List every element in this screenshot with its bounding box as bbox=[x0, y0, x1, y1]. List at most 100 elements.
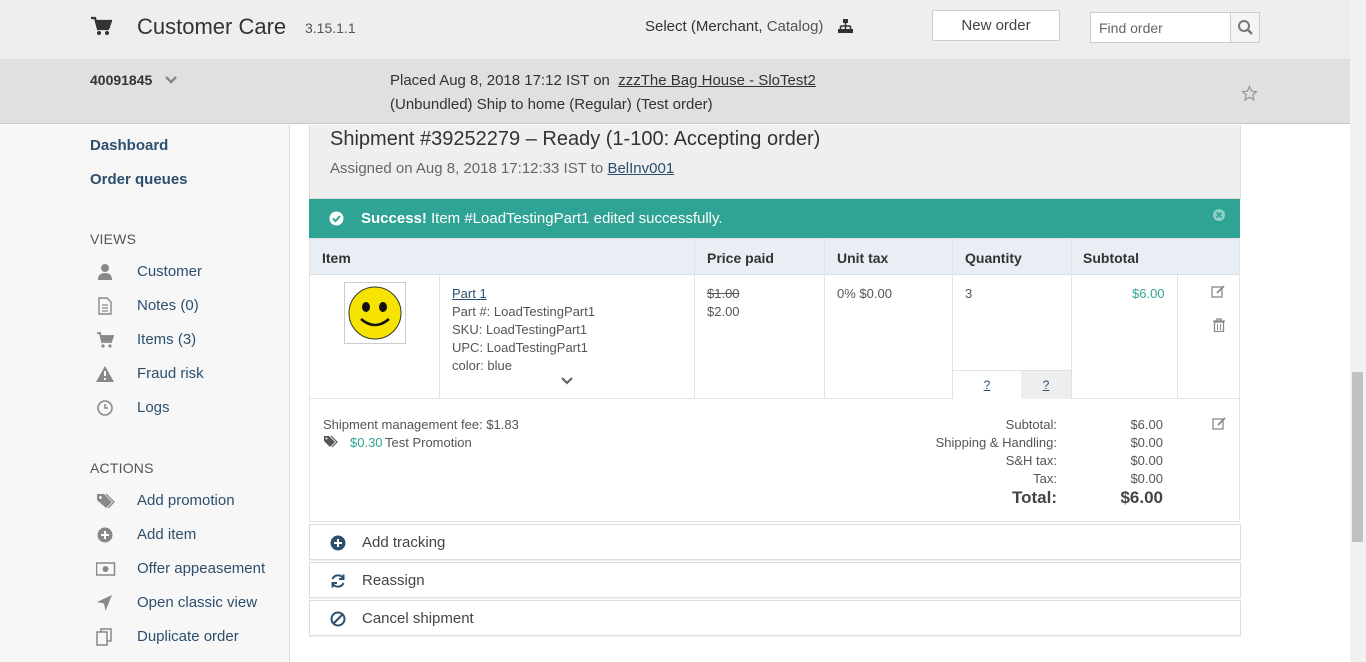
shipping-label: Shipping & Handling: bbox=[935, 435, 1057, 450]
totals-section: Shipment management fee: $1.83 $0.30 Tes… bbox=[309, 399, 1240, 522]
item-color: color: blue bbox=[452, 358, 512, 373]
sidebar-item-label: Open classic view bbox=[137, 594, 258, 611]
money-icon bbox=[96, 562, 116, 576]
item-part-number: Part #: LoadTestingPart1 bbox=[452, 304, 596, 319]
select-merchant-label[interactable]: Select (Merchant, bbox=[645, 18, 763, 35]
sidebar-item-label: Customer bbox=[137, 263, 203, 280]
subtotal-label: Subtotal: bbox=[1005, 417, 1057, 432]
edit-icon[interactable] bbox=[1212, 417, 1226, 431]
sidebar-dashboard[interactable]: Dashboard bbox=[90, 137, 168, 154]
add-tracking-label: Add tracking bbox=[362, 534, 446, 551]
alert-message: Item #LoadTestingPart1 edited successful… bbox=[431, 210, 723, 227]
item-name-link[interactable]: Part 1 bbox=[452, 286, 487, 301]
chevron-down-icon[interactable] bbox=[560, 376, 574, 386]
find-order-input[interactable] bbox=[1091, 13, 1230, 42]
header-quantity: Quantity bbox=[965, 250, 1022, 266]
items-table: Item Price paid Unit tax Quantity Subtot… bbox=[309, 238, 1240, 400]
tags-icon bbox=[324, 435, 338, 448]
quantity-value: 3 bbox=[965, 286, 973, 301]
subtotal-value: $6.00 bbox=[1130, 417, 1163, 432]
sidebar-item-label: Logs bbox=[137, 399, 170, 416]
sidebar-item-items[interactable]: Items (3) bbox=[96, 329, 286, 351]
header-item: Item bbox=[322, 250, 351, 266]
copy-icon bbox=[96, 628, 112, 646]
shipment-header: Shipment #39252279 – Ready (1-100: Accep… bbox=[309, 125, 1241, 199]
sidebar-item-add-promotion[interactable]: Add promotion bbox=[96, 490, 286, 512]
version-label: 3.15.1.1 bbox=[305, 20, 356, 36]
tax-label: Tax: bbox=[1033, 471, 1057, 486]
plus-circle-icon bbox=[97, 527, 113, 543]
add-tracking-button[interactable]: Add tracking bbox=[309, 524, 1241, 560]
total-value: $6.00 bbox=[1120, 488, 1163, 507]
sidebar-item-label: Add promotion bbox=[137, 492, 235, 509]
sidebar-item-fraud-risk[interactable]: Fraud risk bbox=[96, 363, 286, 385]
chevron-down-icon[interactable] bbox=[164, 74, 178, 86]
top-bar: Customer Care 3.15.1.1 Select (Merchant,… bbox=[0, 0, 1366, 60]
edit-icon[interactable] bbox=[1211, 285, 1225, 299]
total-label: Total: bbox=[1011, 488, 1057, 507]
smiley-image bbox=[348, 286, 402, 340]
cancel-shipment-button[interactable]: Cancel shipment bbox=[309, 600, 1241, 636]
quantity-link-a[interactable]: ? bbox=[953, 370, 1021, 400]
scrollbar-thumb[interactable] bbox=[1352, 372, 1363, 542]
sidebar-order-queues[interactable]: Order queues bbox=[90, 171, 188, 188]
placed-info: Placed Aug 8, 2018 17:12 IST on zzzThe B… bbox=[390, 72, 816, 89]
table-header: Item Price paid Unit tax Quantity Subtot… bbox=[310, 239, 1239, 275]
shipment-panel: Shipment #39252279 – Ready (1-100: Accep… bbox=[309, 125, 1241, 637]
sidebar-item-duplicate-order[interactable]: Duplicate order bbox=[96, 626, 286, 648]
trash-icon[interactable] bbox=[1212, 318, 1226, 332]
column-divider bbox=[1177, 275, 1178, 398]
cart-icon[interactable] bbox=[90, 16, 112, 36]
order-id[interactable]: 40091845 bbox=[90, 72, 152, 88]
notes-icon bbox=[98, 297, 112, 315]
refresh-icon bbox=[331, 574, 345, 588]
store-link[interactable]: zzzThe Bag House - SloTest2 bbox=[618, 72, 816, 89]
item-sku: SKU: LoadTestingPart1 bbox=[452, 322, 588, 337]
location-arrow-icon bbox=[97, 595, 112, 611]
sidebar-item-label: Items (3) bbox=[137, 331, 197, 348]
item-upc: UPC: LoadTestingPart1 bbox=[452, 340, 588, 355]
header-price-paid: Price paid bbox=[707, 250, 774, 266]
quantity-link-b[interactable]: ? bbox=[1021, 370, 1071, 400]
find-order-button[interactable] bbox=[1230, 13, 1259, 42]
reassign-label: Reassign bbox=[362, 572, 425, 589]
assignee-link[interactable]: BelInv001 bbox=[607, 160, 674, 177]
sidebar-item-add-item[interactable]: Add item bbox=[96, 524, 286, 546]
warning-icon bbox=[96, 366, 114, 382]
new-order-button[interactable]: New order bbox=[932, 10, 1060, 41]
reassign-button[interactable]: Reassign bbox=[309, 562, 1241, 598]
sidebar-item-customer[interactable]: Customer bbox=[96, 261, 286, 283]
column-divider bbox=[824, 239, 825, 398]
sitemap-icon[interactable] bbox=[838, 19, 853, 34]
promotion-amount: $0.30 bbox=[350, 435, 383, 450]
star-icon[interactable] bbox=[1241, 85, 1258, 102]
tags-icon bbox=[97, 493, 115, 509]
plus-circle-icon bbox=[330, 535, 346, 551]
shipping-value: $0.00 bbox=[1130, 435, 1163, 450]
sidebar-item-label: Duplicate order bbox=[137, 628, 239, 645]
app-title: Customer Care bbox=[137, 14, 287, 39]
success-alert: Success! Item #LoadTestingPart1 edited s… bbox=[309, 199, 1240, 238]
column-divider bbox=[439, 275, 440, 398]
sidebar-item-label: Add item bbox=[137, 526, 197, 543]
header-unit-tax: Unit tax bbox=[837, 250, 889, 266]
select-merchant-catalog[interactable]: Select (Merchant, Catalog) bbox=[645, 18, 823, 35]
header-subtotal: Subtotal bbox=[1083, 250, 1139, 266]
product-thumbnail[interactable] bbox=[344, 282, 406, 344]
unit-tax: 0% $0.00 bbox=[837, 286, 892, 301]
select-catalog-label[interactable]: Catalog) bbox=[767, 18, 824, 35]
management-fee: Shipment management fee: $1.83 bbox=[323, 417, 519, 432]
close-icon[interactable] bbox=[1212, 208, 1226, 222]
sidebar: Dashboard Order queues VIEWS Customer No… bbox=[0, 125, 290, 662]
price-original: $1.00 bbox=[707, 286, 740, 301]
sh-tax-label: S&H tax: bbox=[1005, 453, 1057, 468]
sidebar-item-open-classic-view[interactable]: Open classic view bbox=[96, 592, 286, 614]
sidebar-item-offer-appeasement[interactable]: Offer appeasement bbox=[96, 558, 286, 580]
order-header: 40091845 Placed Aug 8, 2018 17:12 IST on… bbox=[0, 60, 1350, 124]
column-divider bbox=[694, 239, 695, 398]
scrollbar-track[interactable] bbox=[1350, 0, 1366, 662]
sidebar-item-logs[interactable]: Logs bbox=[96, 397, 286, 419]
find-order-box bbox=[1090, 12, 1260, 43]
sidebar-item-notes[interactable]: Notes (0) bbox=[96, 295, 286, 317]
sh-tax-value: $0.00 bbox=[1130, 453, 1163, 468]
